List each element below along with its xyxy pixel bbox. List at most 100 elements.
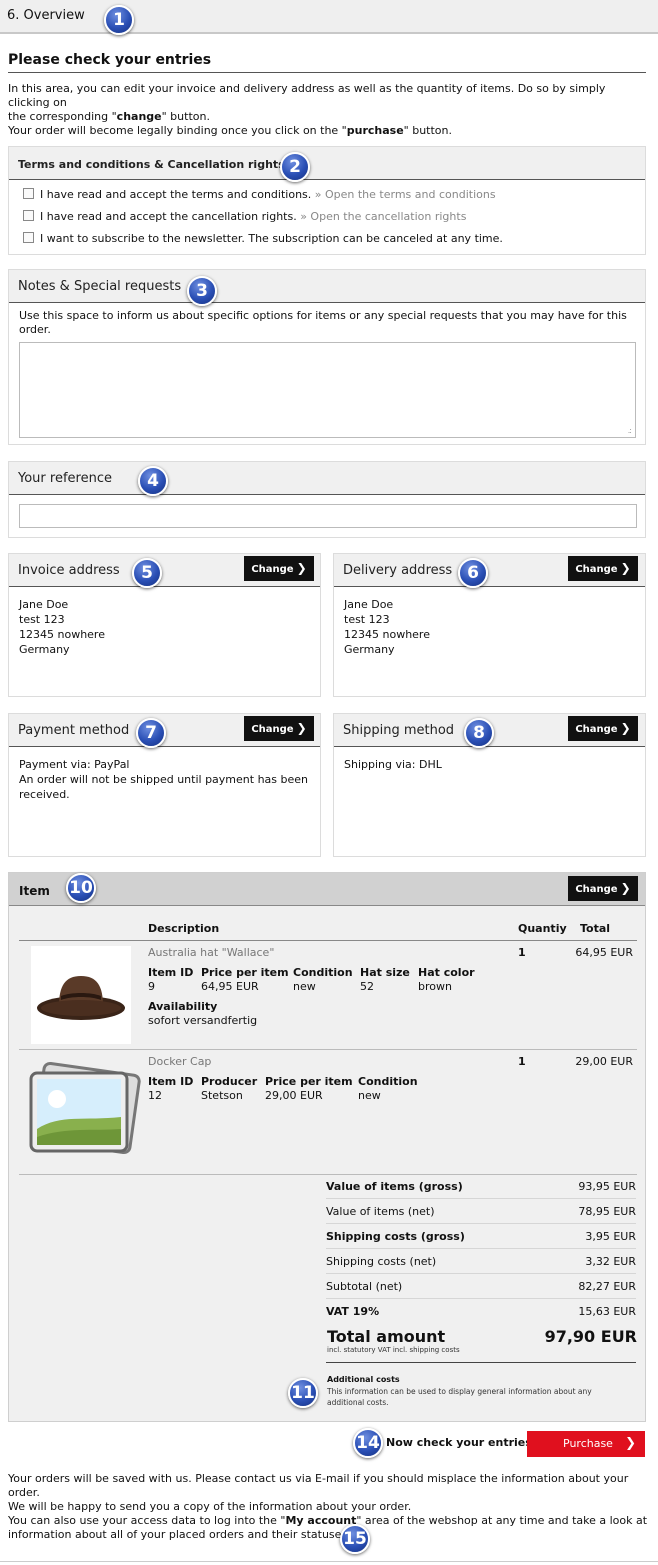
newsletter-row: I want to subscribe to the newsletter. T… <box>23 232 503 248</box>
payment-info: Payment via: PayPal An order will not be… <box>19 757 309 802</box>
total-divider <box>326 1362 636 1363</box>
payment-note: An order will not be shipped until payme… <box>19 773 309 801</box>
terms-panel-header: Terms and conditions & Cancellation righ… <box>9 147 645 180</box>
bottom-divider <box>0 1561 658 1562</box>
summary-row-vat: VAT 19% 15,63 EUR <box>326 1305 636 1318</box>
summary-row-subtotal: Subtotal (net) 82,27 EUR <box>326 1274 636 1299</box>
row-divider <box>19 1049 637 1050</box>
summary-row-shipping-gross: Shipping costs (gross) 3,95 EUR <box>326 1224 636 1249</box>
reference-input[interactable] <box>19 504 637 528</box>
purchase-button[interactable]: Purchase ❯ <box>527 1431 645 1457</box>
newsletter-label: I want to subscribe to the newsletter. T… <box>40 232 503 245</box>
check-entries-text: Now check your entries. <box>386 1436 536 1449</box>
col-total: Total <box>580 922 611 935</box>
item1-attr-hat-size: Hat size 52 <box>360 966 410 993</box>
footer-line-1: Your orders will be saved with us. Pleas… <box>8 1472 629 1499</box>
terms-row: I have read and accept the terms and con… <box>23 188 496 204</box>
additional-costs-text: This information can be used to display … <box>327 1387 592 1407</box>
delivery-change-button[interactable]: Change ❯ <box>568 556 638 581</box>
invoice-title: Invoice address <box>18 563 120 578</box>
delivery-street: test 123 <box>344 613 390 626</box>
notes-textarea[interactable]: .: <box>19 342 636 438</box>
callout-badge-2: 2 <box>280 152 310 182</box>
items-panel-header: Item <box>9 873 645 906</box>
invoice-street: test 123 <box>19 613 65 626</box>
shipping-change-button[interactable]: Change ❯ <box>568 716 638 741</box>
notes-panel: Notes & Special requests Use this space … <box>8 269 646 445</box>
payment-change-button[interactable]: Change ❯ <box>244 716 314 741</box>
callout-badge-10: 10 <box>66 873 96 903</box>
shipping-info: Shipping via: DHL <box>344 757 442 772</box>
item1-attr-condition: Condition new <box>293 966 353 993</box>
newsletter-checkbox[interactable] <box>23 232 34 243</box>
delivery-address: Jane Doe test 123 12345 nowhere Germany <box>344 597 430 657</box>
item1-attr-price: Price per item 64,95 EUR <box>201 966 289 993</box>
footer-line-3: You can also use your access data to log… <box>8 1514 648 1527</box>
step-title: 6. Overview <box>7 8 85 23</box>
reference-panel: Your reference <box>8 461 646 538</box>
intro-line-2: the corresponding "change" button. <box>8 110 210 123</box>
terms-panel: Terms and conditions & Cancellation righ… <box>8 146 646 255</box>
delivery-city: 12345 nowhere <box>344 628 430 641</box>
terms-title: Terms and conditions & Cancellation righ… <box>18 158 285 171</box>
cancellation-label: I have read and accept the cancellation … <box>40 210 297 223</box>
notes-title: Notes & Special requests <box>18 279 182 294</box>
item2-quantity: 1 <box>518 1055 526 1068</box>
reference-title: Your reference <box>18 471 112 486</box>
chevron-right-icon: ❯ <box>296 721 307 735</box>
intro-line-1: In this area, you can edit your invoice … <box>8 82 606 109</box>
item-name-1[interactable]: Australia hat "Wallace" <box>148 946 274 959</box>
resize-grip-icon[interactable]: .: <box>628 426 632 435</box>
delivery-country: Germany <box>344 643 395 656</box>
item1-attr-hat-color: Hat color brown <box>418 966 475 993</box>
product-image-placeholder[interactable] <box>25 1059 143 1159</box>
total-amount-note: incl. statutory VAT incl. shipping costs <box>327 1346 460 1354</box>
delivery-title: Delivery address <box>343 563 453 578</box>
step-header: 6. Overview <box>0 0 658 34</box>
invoice-name: Jane Doe <box>19 598 69 611</box>
total-amount-label: Total amount <box>327 1327 446 1346</box>
invoice-address: Jane Doe test 123 12345 nowhere Germany <box>19 597 105 657</box>
callout-badge-14: 14 <box>353 1428 383 1458</box>
item1-total: 64,95 EUR <box>575 946 633 959</box>
item-name-2[interactable]: Docker Cap <box>148 1055 211 1068</box>
summary-row-shipping-net: Shipping costs (net) 3,32 EUR <box>326 1249 636 1274</box>
callout-badge-3: 3 <box>187 276 217 306</box>
intro-text: In this area, you can edit your invoice … <box>8 82 648 138</box>
shipping-via: Shipping via: DHL <box>344 758 442 771</box>
delivery-name: Jane Doe <box>344 598 394 611</box>
col-quantity: Quantiy <box>518 922 567 935</box>
terms-link[interactable]: » Open the terms and conditions <box>315 188 496 201</box>
footer-info: Your orders will be saved with us. Pleas… <box>8 1472 654 1542</box>
header-divider <box>19 940 637 941</box>
chevron-right-icon: ❯ <box>620 881 631 895</box>
item2-total: 29,00 EUR <box>575 1055 633 1068</box>
image-placeholder-icon <box>29 1061 141 1155</box>
cancellation-link[interactable]: » Open the cancellation rights <box>300 210 466 223</box>
payment-title: Payment method <box>18 723 130 738</box>
items-title: Item <box>19 884 50 898</box>
col-description: Description <box>148 922 220 935</box>
items-change-button[interactable]: Change ❯ <box>568 876 638 901</box>
callout-badge-7: 7 <box>136 718 166 748</box>
callout-badge-11: 11 <box>288 1378 318 1408</box>
hat-image-icon <box>37 976 125 1020</box>
product-image-hat[interactable] <box>31 946 131 1044</box>
terms-checkbox[interactable] <box>23 188 34 199</box>
chevron-right-icon: ❯ <box>620 561 631 575</box>
invoice-change-button[interactable]: Change ❯ <box>244 556 314 581</box>
item1-availability: Availability sofort versandfertig <box>148 1000 258 1027</box>
intro-line-3: Your order will become legally binding o… <box>8 124 453 137</box>
chevron-right-icon: ❯ <box>296 561 307 575</box>
additional-costs-title: Additional costs <box>327 1375 400 1384</box>
item2-attr-producer: Producer Stetson <box>201 1075 258 1102</box>
total-amount-value: 97,90 EUR <box>544 1327 637 1346</box>
callout-badge-6: 6 <box>458 558 488 588</box>
page-title: Please check your entries <box>8 52 646 73</box>
item2-attr-condition: Condition new <box>358 1075 418 1102</box>
callout-badge-15: 15 <box>340 1524 370 1554</box>
chevron-right-icon: ❯ <box>620 721 631 735</box>
item2-attr-id: Item ID 12 <box>148 1075 194 1102</box>
payment-via: Payment via: PayPal <box>19 758 130 771</box>
cancellation-checkbox[interactable] <box>23 210 34 221</box>
